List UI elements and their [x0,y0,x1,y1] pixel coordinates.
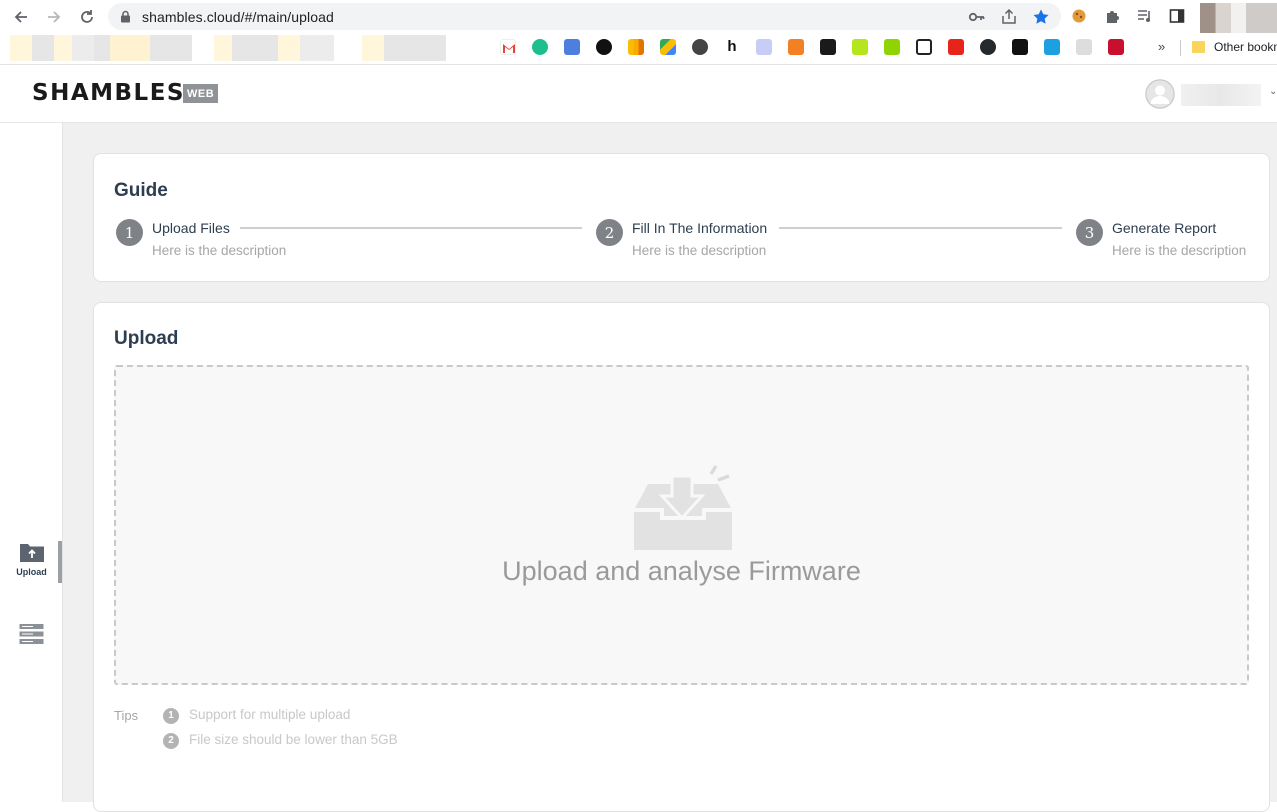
inbox-download-icon [634,465,732,550]
bookmark-shield-icon[interactable] [1108,39,1124,55]
bookmarks-divider [1180,40,1181,56]
stackoverflow-icon[interactable] [788,39,804,55]
analytics-icon[interactable] [628,39,644,55]
browser-toolbar: shambles.cloud/#/main/upload [0,0,1277,33]
bookmark-il-icon[interactable] [1044,39,1060,55]
folder-icon [1192,41,1205,53]
tip-item: 2 File size should be lower than 5GB [163,732,398,749]
blurred-bookmarks [10,35,446,61]
share-icon[interactable] [1000,8,1018,26]
bookmarks-overflow-icon[interactable]: » [1158,39,1165,54]
guide-card: Guide 1 Upload Files Here is the descrip… [93,153,1270,282]
arrow-left-icon [14,11,27,23]
reload-icon [81,10,93,23]
sidebar: Upload [0,123,63,802]
profile-avatar[interactable] [1200,3,1277,33]
upload-folder-icon [19,544,44,562]
globe-icon[interactable] [692,39,708,55]
step-title: Upload Files [152,220,230,236]
arrow-right-icon [48,11,61,23]
bookmarks-bar: h » Other bookm [0,33,1277,65]
bookmark-circle-icon[interactable] [596,39,612,55]
tip-number: 2 [163,732,179,749]
step-connector [240,227,582,229]
tip-number: 1 [163,707,179,724]
tip-text: Support for multiple upload [189,707,351,722]
bookmark-red-arrow-icon[interactable] [948,39,964,55]
github-icon[interactable] [980,39,996,55]
step-title: Generate Report [1112,220,1217,236]
step-description: Here is the description [632,243,767,258]
gmail-icon[interactable] [500,39,516,55]
guide-title: Guide [114,180,168,201]
tip-item: 1 Support for multiple upload [163,707,350,724]
back-button[interactable] [10,6,32,28]
step-number: 2 [596,219,623,246]
bookmark-dark-red-icon[interactable] [820,39,836,55]
google-drive-icon[interactable] [660,39,676,55]
chevron-down-icon[interactable]: ⌄ [1269,86,1277,97]
side-panel-icon[interactable] [1168,7,1186,25]
step-connector [779,227,1062,229]
step-title: Fill In The Information [632,220,768,236]
app-logo[interactable]: SHAMBLES [32,80,185,106]
bookmark-cube-green-icon[interactable] [852,39,868,55]
sidebar-item-label: Upload [16,567,47,577]
user-name-blurred[interactable] [1181,84,1261,106]
bookmark-h-icon[interactable]: h [724,39,740,55]
media-queue-icon[interactable] [1136,7,1154,25]
upload-dropzone[interactable]: Upload and analyse Firmware [114,365,1249,685]
tip-text: File size should be lower than 5GB [189,732,398,747]
user-avatar[interactable] [1145,79,1175,109]
reload-button[interactable] [76,6,98,28]
bookmark-star-icon[interactable] [1032,8,1050,26]
main-content: Guide 1 Upload Files Here is the descrip… [63,123,1277,812]
url-text: shambles.cloud/#/main/upload [142,9,334,25]
sidebar-item-reports[interactable] [0,623,63,645]
bookmark-mx-icon[interactable] [1012,39,1028,55]
bookmark-cube-lime-icon[interactable] [884,39,900,55]
bookmark-grey-icon[interactable] [1076,39,1092,55]
extension-cookie-icon[interactable] [1070,7,1088,25]
sidebar-item-upload[interactable]: Upload [0,541,63,577]
active-indicator [58,541,62,583]
address-bar[interactable]: shambles.cloud/#/main/upload [108,3,1061,30]
other-bookmarks[interactable]: Other bookm [1214,40,1277,54]
app-header: SHAMBLES WEB ⌄ [0,66,1277,123]
puzzle-icon[interactable] [1104,7,1122,25]
dropzone-label: Upload and analyse Firmware [502,556,861,586]
tips-label: Tips [114,708,139,723]
bookmark-t-icon[interactable] [532,39,548,55]
forward-button[interactable] [43,6,65,28]
step-number: 1 [116,219,143,246]
step-description: Here is the description [1112,243,1247,258]
upload-card: Upload Upload and analyse Firmware Tips … [93,302,1270,812]
step-number: 3 [1076,219,1103,246]
step-description: Here is the description [152,243,287,258]
key-icon[interactable] [968,8,986,26]
web-badge: WEB [183,84,219,103]
lock-icon [121,10,130,23]
bookmark-rc-icon[interactable] [916,39,932,55]
bookmark-tree-icon[interactable] [756,39,772,55]
bookmark-layers-icon[interactable] [564,39,580,55]
user-icon [1145,79,1175,109]
upload-title: Upload [114,328,179,349]
report-list-icon [19,624,44,644]
